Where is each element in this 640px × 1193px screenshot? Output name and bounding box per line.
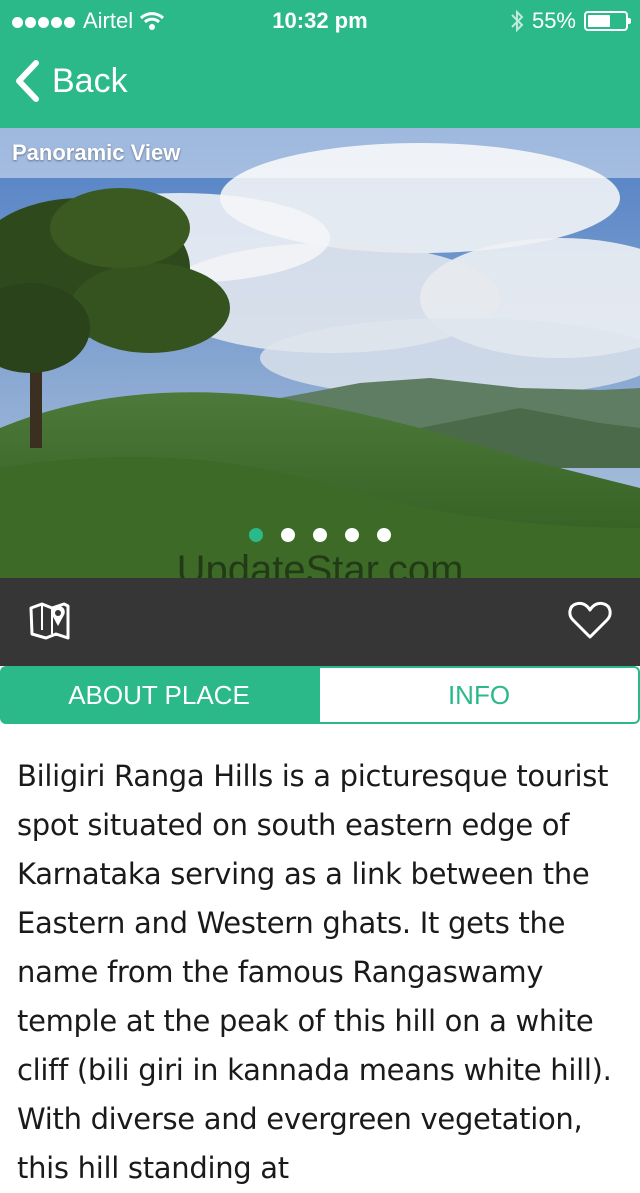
tab-about-place[interactable]: ABOUT PLACE — [0, 666, 318, 724]
tab-bar: ABOUT PLACE INFO — [0, 666, 640, 724]
heart-icon[interactable] — [568, 600, 612, 640]
pager-dot[interactable] — [377, 528, 391, 542]
about-text: Biligiri Ranga Hills is a picturesque to… — [17, 759, 612, 1185]
caption-label: Panoramic View — [12, 140, 181, 165]
back-label: Back — [52, 61, 128, 100]
carrier-label: Airtel — [83, 8, 134, 33]
battery-icon — [584, 11, 631, 31]
nav-bar: Back — [0, 40, 640, 128]
signal-dots-icon — [12, 8, 77, 34]
bluetooth-icon — [511, 9, 524, 33]
status-bar: Airtel 10:32 pm 55% — [0, 0, 640, 40]
chevron-left-icon — [16, 60, 39, 102]
battery-label: 55% — [531, 8, 576, 33]
pager-dot[interactable] — [345, 528, 359, 542]
landscape-image — [0, 128, 640, 578]
pager-dot[interactable] — [281, 528, 295, 542]
tab-info[interactable]: INFO — [318, 666, 640, 724]
image-caption: Panoramic View — [0, 128, 640, 178]
image-pager — [0, 528, 640, 542]
map-icon[interactable] — [28, 600, 72, 642]
wifi-icon — [140, 12, 165, 30]
status-right: 55% — [510, 8, 631, 34]
pager-dot[interactable] — [313, 528, 327, 542]
action-bar — [0, 578, 640, 666]
pager-dot[interactable] — [249, 528, 263, 542]
hero-image[interactable]: Panoramic View — [0, 128, 640, 578]
status-left: Airtel — [12, 8, 165, 34]
back-button[interactable]: Back — [14, 60, 128, 102]
